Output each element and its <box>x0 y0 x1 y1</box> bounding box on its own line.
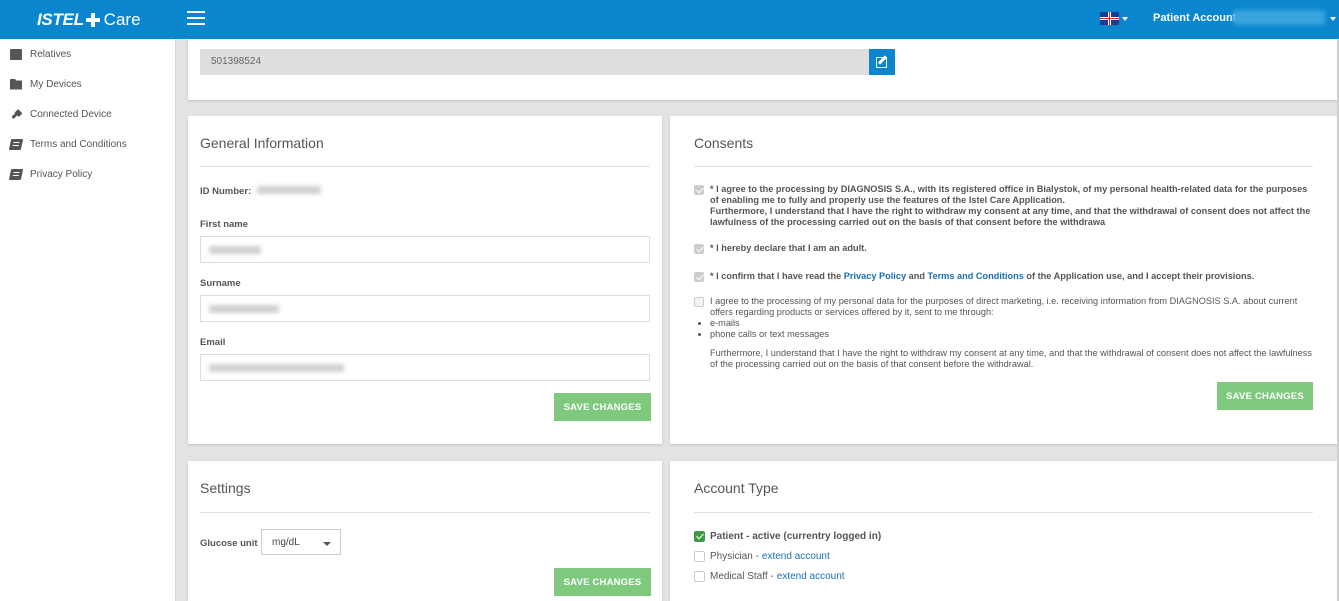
account-type-physician: Physician - extend account <box>694 551 830 562</box>
save-consents-button[interactable]: SAVE CHANGES <box>1217 382 1313 410</box>
patient-label: Patient - active (currentry logged in) <box>710 531 882 542</box>
physician-checkbox[interactable] <box>694 551 705 562</box>
sidebar-item-label: Connected Device <box>30 108 112 120</box>
glucose-unit-select[interactable]: mg/dL <box>261 529 341 555</box>
surname-label: Surname <box>200 278 241 289</box>
consent-marketing: I agree to the processing of my personal… <box>694 296 1314 370</box>
divider <box>200 166 650 167</box>
cross-logo-icon <box>85 13 100 27</box>
save-general-button[interactable]: SAVE CHANGES <box>554 393 651 421</box>
sidebar-item-connected-device[interactable]: Connected Device <box>0 100 176 128</box>
first-name-label: First name <box>200 219 249 230</box>
plug-icon <box>10 109 22 120</box>
book-icon <box>8 168 24 180</box>
hamburger-icon[interactable] <box>187 11 205 26</box>
surname-field[interactable] <box>200 295 650 322</box>
card-title: Consents <box>694 135 754 151</box>
medical-staff-label: Medical Staff - <box>710 571 774 582</box>
email-label: Email <box>200 337 226 348</box>
account-label[interactable]: Patient Account: <box>1153 12 1240 24</box>
divider <box>694 512 1313 513</box>
sidebar-item-label: Relatives <box>30 48 72 60</box>
consent-checkbox[interactable] <box>694 297 704 307</box>
account-type-medical-staff: Medical Staff - extend account <box>694 571 845 582</box>
sidebar-item-label: Privacy Policy <box>30 168 93 180</box>
card-title: Account Type <box>694 480 779 496</box>
divider <box>694 166 1313 167</box>
sidebar-item-terms[interactable]: Terms and Conditions <box>0 130 176 158</box>
chevron-down-icon[interactable] <box>1122 17 1128 21</box>
consent-note: Furthermore, I understand that I have th… <box>710 348 1312 369</box>
list-item: e-mails <box>710 318 1314 329</box>
account-name-redacted[interactable] <box>1233 10 1325 25</box>
card-title: Settings <box>200 480 251 496</box>
logo[interactable]: ISTEL Care <box>37 9 141 31</box>
consent-text: I agree to the processing of my personal… <box>710 296 1298 317</box>
save-settings-button[interactable]: SAVE CHANGES <box>554 568 651 596</box>
consent-text: Furthermore, I understand that I have th… <box>710 206 1311 227</box>
folder-icon <box>10 78 22 90</box>
top-bar: ISTEL Care Patient Account: <box>0 0 1339 39</box>
sidebar-item-privacy[interactable]: Privacy Policy <box>0 160 176 188</box>
phone-field: 501398524 <box>200 49 869 75</box>
medical-staff-checkbox[interactable] <box>694 571 705 582</box>
uk-flag-icon[interactable] <box>1100 12 1119 25</box>
channel-list: e-mails phone calls or text messages <box>710 318 1314 340</box>
sidebar-item-relatives[interactable]: Relatives <box>0 40 176 68</box>
sidebar-item-my-devices[interactable]: My Devices <box>0 70 176 98</box>
glucose-unit-value: mg/dL <box>272 537 300 548</box>
consent-adult: * I hereby declare that I am an adult. <box>694 243 1314 254</box>
extend-physician-link[interactable]: extend account <box>762 551 830 562</box>
consent-text: * I confirm that I have read the Privacy… <box>710 271 1255 281</box>
first-name-field[interactable] <box>200 236 650 263</box>
extend-medical-staff-link[interactable]: extend account <box>777 571 845 582</box>
sidebar: Relatives My Devices Connected Device Te… <box>0 39 176 601</box>
logo-product: Care <box>103 10 141 29</box>
chevron-down-icon <box>323 542 331 546</box>
consent-checkbox[interactable] <box>694 185 704 195</box>
card-title: General Information <box>200 135 324 151</box>
consent-checkbox[interactable] <box>694 244 704 254</box>
consent-text: * I agree to the processing by DIAGNOSIS… <box>710 184 1308 205</box>
briefcase-icon <box>10 48 22 60</box>
sidebar-item-label: Terms and Conditions <box>30 138 127 150</box>
patient-checkbox[interactable] <box>694 531 705 542</box>
id-number-value-redacted <box>257 186 321 194</box>
email-field[interactable] <box>200 354 650 381</box>
sidebar-item-label: My Devices <box>30 78 82 90</box>
id-number-label: ID Number: <box>200 186 252 197</box>
consent-checkbox[interactable] <box>694 272 704 282</box>
edit-icon[interactable] <box>869 49 895 75</box>
consent-text: * I hereby declare that I am an adult. <box>710 243 867 253</box>
chevron-down-icon[interactable] <box>1330 17 1336 21</box>
privacy-policy-link[interactable]: Privacy Policy <box>844 271 906 281</box>
terms-link[interactable]: Terms and Conditions <box>928 271 1024 281</box>
glucose-unit-label: Glucose unit <box>200 538 258 549</box>
physician-label: Physician - <box>710 551 759 562</box>
consent-health-data: * I agree to the processing by DIAGNOSIS… <box>694 184 1314 228</box>
book-icon <box>8 138 24 150</box>
account-type-patient: Patient - active (currentry logged in) <box>694 531 881 542</box>
consent-terms: * I confirm that I have read the Privacy… <box>694 271 1314 282</box>
logo-brand: ISTEL <box>37 10 84 29</box>
divider <box>200 512 650 513</box>
list-item: phone calls or text messages <box>710 329 1314 340</box>
